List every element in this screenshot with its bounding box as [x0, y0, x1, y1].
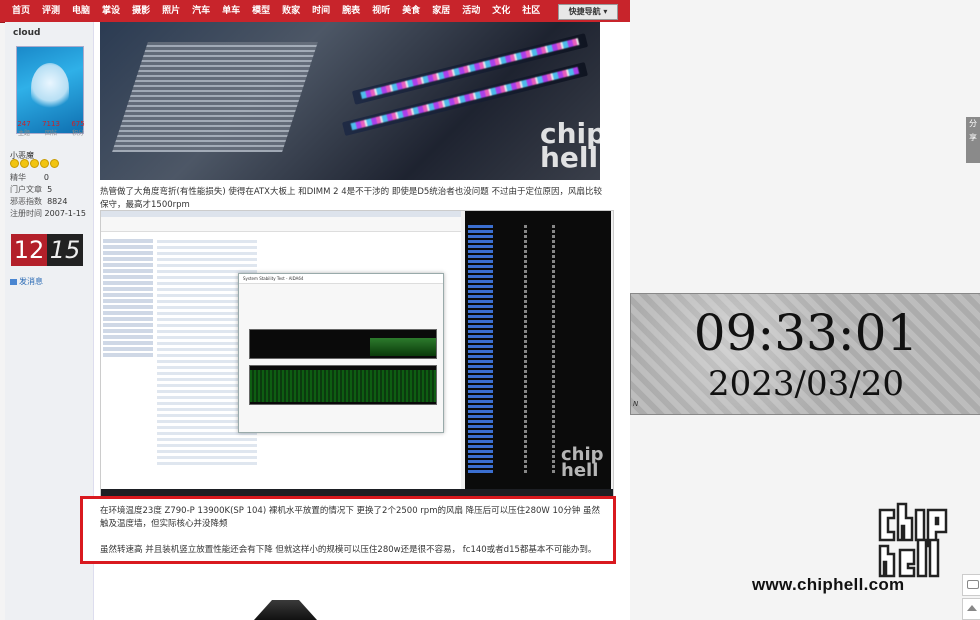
quick-nav-button[interactable]: 快捷导航 ▾: [558, 4, 618, 20]
nav-item-time[interactable]: 时间: [306, 0, 336, 22]
clock-time: 09:33:01: [693, 304, 919, 362]
stat-points[interactable]: 675 积分: [65, 120, 91, 137]
chat-icon: [967, 580, 979, 589]
nav-item-community[interactable]: 社区: [516, 0, 546, 22]
clock-widget: 09:33:01 2023/03/20 N: [630, 293, 980, 415]
nav-item-bikes[interactable]: 单车: [216, 0, 246, 22]
nav-item-models[interactable]: 模型: [246, 0, 276, 22]
rank-stars-icon: [10, 159, 59, 168]
hwinfo-sensor-panel: chip hell: [465, 211, 611, 489]
nav-item-culture[interactable]: 文化: [486, 0, 516, 22]
send-message-link[interactable]: 发消息: [10, 276, 43, 287]
top-nav-bar: 首页 评测 电脑 掌设 摄影 照片 汽车 单车 模型 败家 时间 腕表 视听 美…: [0, 0, 630, 23]
nav-item-photography[interactable]: 摄影: [126, 0, 156, 22]
nav-item-review[interactable]: 评测: [36, 0, 66, 22]
nav-menu: 首页 评测 电脑 掌设 摄影 照片 汽车 单车 模型 败家 时间 腕表 视听 美…: [0, 0, 630, 22]
cooler-ram-photo[interactable]: chip hell: [100, 22, 600, 180]
clock-date: 2023/03/20: [708, 364, 904, 404]
chiphell-logo-watermark: chip hell: [540, 117, 600, 174]
nav-item-photos[interactable]: 照片: [156, 0, 186, 22]
nav-item-home-living[interactable]: 家居: [426, 0, 456, 22]
stat-replies[interactable]: 7113 回帖: [38, 120, 64, 137]
clock-mark: N: [633, 400, 639, 408]
nav-item-shopping[interactable]: 败家: [276, 0, 306, 22]
info-digest: 精华 0: [10, 173, 49, 182]
envelope-icon: [10, 278, 17, 285]
nav-item-food[interactable]: 美食: [396, 0, 426, 22]
nav-item-home[interactable]: 首页: [6, 0, 36, 22]
info-evil-index: 邪恶指数 8824: [10, 197, 68, 206]
post-paragraph-2: 在环境温度23度 Z790-P 13900K(SP 104) 裸机水平放置的情况…: [100, 506, 601, 529]
chiphell-logo: [878, 502, 948, 578]
stat-threads[interactable]: 247 主题: [11, 120, 37, 137]
nav-item-av[interactable]: 视听: [366, 0, 396, 22]
nav-item-computer[interactable]: 电脑: [66, 0, 96, 22]
temperature-graph: [249, 329, 437, 359]
username[interactable]: cloud: [13, 28, 40, 38]
info-articles: 门户文章 5: [10, 185, 53, 194]
back-to-top-button[interactable]: [962, 598, 980, 620]
nav-item-watches[interactable]: 腕表: [336, 0, 366, 22]
user-stats: 247 主题 7113 回帖 675 积分: [11, 120, 91, 137]
flip-clock-widget: 12 15: [11, 234, 83, 266]
clock-hour: 12: [11, 234, 47, 266]
info-register-date: 注册时间 2007-1-15: [10, 209, 86, 218]
chiphell-logo-watermark: chip hell: [561, 444, 604, 481]
nav-item-handheld[interactable]: 掌设: [96, 0, 126, 22]
stability-test-dialog: System Stability Test - AIDA64: [238, 273, 444, 433]
site-watermark: www.chiphell.com: [752, 575, 905, 594]
nav-item-events[interactable]: 活动: [456, 0, 486, 22]
nav-item-cars[interactable]: 汽车: [186, 0, 216, 22]
chat-button[interactable]: [962, 574, 980, 596]
arrow-up-icon: [967, 605, 977, 611]
post-paragraph-1: 热管做了大角度弯折(有性能损失) 使得在ATX大板上 和DIMM 2 4是不干涉…: [100, 187, 603, 210]
post-paragraph-3: 虽然转速高 并且装机竖立放置性能还会有下降 但就这样小的规模可以压住280w还是…: [100, 545, 597, 555]
clock-minute: 15: [47, 234, 83, 266]
share-side-tab[interactable]: 分享: [966, 117, 980, 163]
aida64-stress-test-screenshot[interactable]: System Stability Test - AIDA64 chip hell: [100, 210, 614, 500]
cpu-usage-graph: [249, 365, 437, 405]
